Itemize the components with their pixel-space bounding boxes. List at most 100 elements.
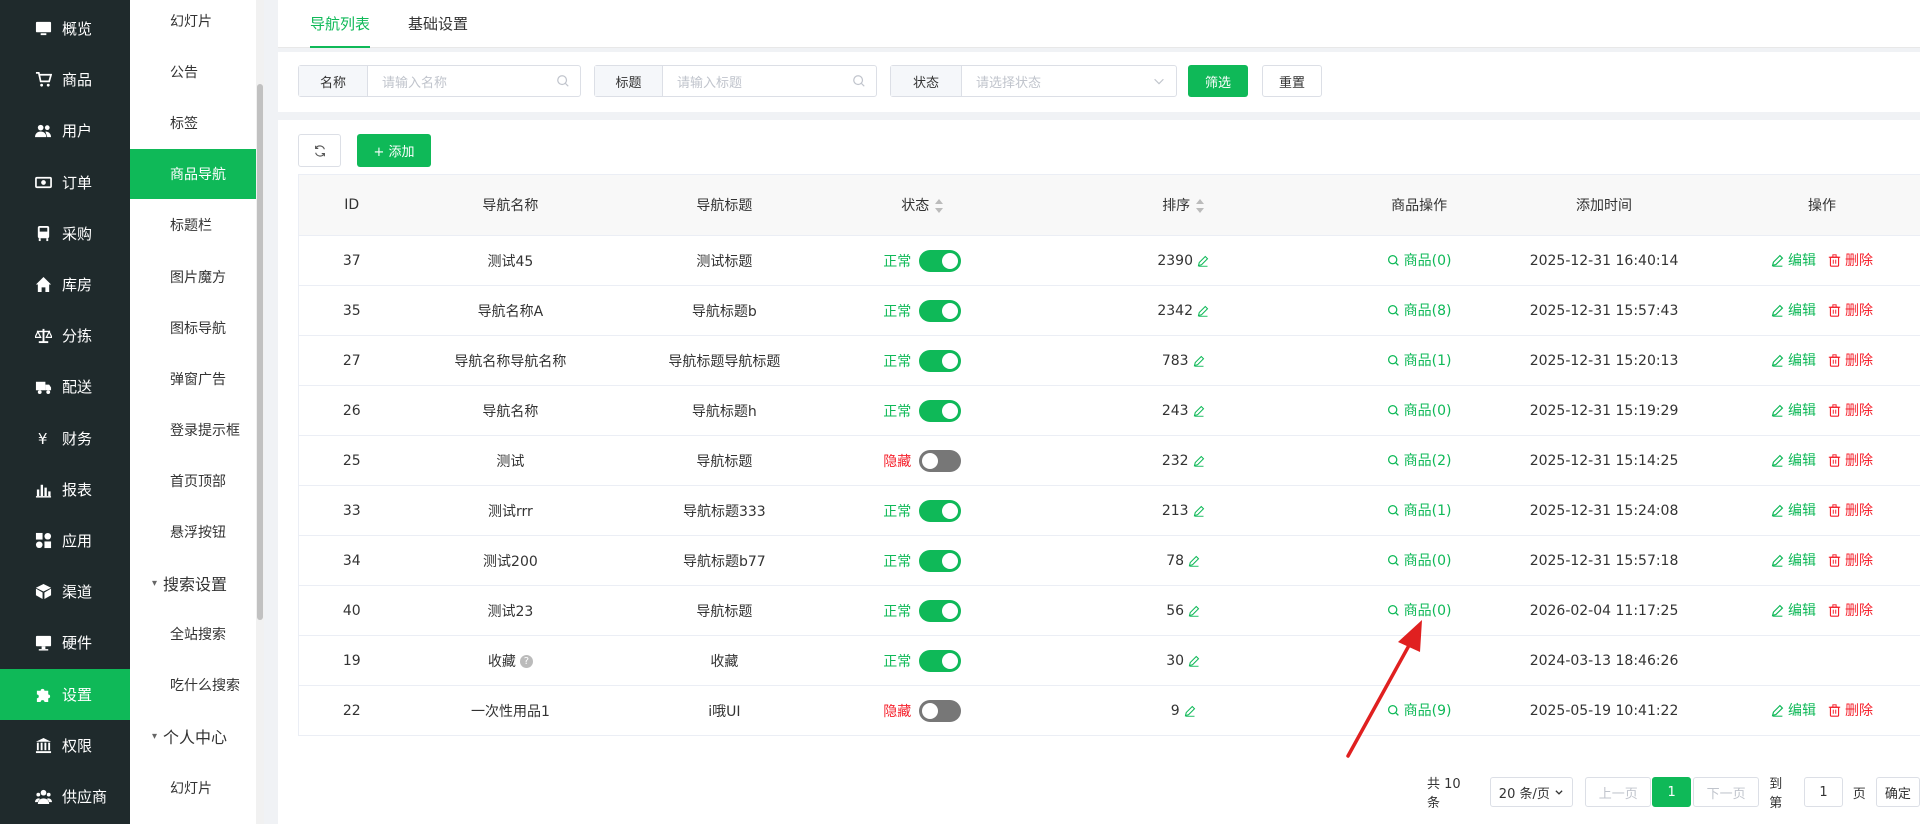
subnav-item[interactable]: 幻灯片 — [130, 0, 257, 46]
delete-button[interactable]: 删除 — [1828, 700, 1873, 720]
sidebar-item-13[interactable]: 设置 — [0, 668, 130, 720]
status-select[interactable]: 请选择状态 — [962, 66, 1176, 96]
edit-button[interactable]: 编辑 — [1771, 500, 1816, 520]
sidebar-item-8[interactable]: ¥ 财务 — [0, 413, 130, 464]
delete-button[interactable]: 删除 — [1828, 500, 1873, 520]
status-toggle[interactable] — [919, 499, 962, 522]
pen-icon[interactable] — [1188, 555, 1200, 567]
edit-button[interactable]: 编辑 — [1771, 700, 1816, 720]
tab-nav-list[interactable]: 导航列表 — [310, 0, 371, 48]
status-toggle[interactable] — [919, 299, 962, 322]
edit-button[interactable]: 编辑 — [1771, 550, 1816, 570]
pen-icon[interactable] — [1184, 705, 1196, 717]
pen-icon[interactable] — [1197, 255, 1209, 267]
refresh-button[interactable] — [298, 134, 341, 167]
delete-button[interactable]: 删除 — [1828, 550, 1873, 570]
pen-icon[interactable] — [1197, 305, 1209, 317]
pen-icon[interactable] — [1193, 355, 1205, 367]
subnav-group[interactable]: ▾ 搜索设置 — [130, 558, 257, 608]
status-toggle[interactable] — [919, 549, 962, 572]
status-toggle[interactable] — [919, 599, 962, 622]
status-toggle[interactable] — [919, 449, 962, 472]
status-toggle[interactable] — [919, 349, 962, 372]
sidebar-item-14[interactable]: 权限 — [0, 720, 130, 771]
add-button[interactable]: + 添加 — [357, 134, 431, 167]
goods-link[interactable]: 商品(1) — [1387, 350, 1452, 370]
edit-button[interactable]: 编辑 — [1771, 450, 1816, 470]
next-page-button[interactable]: 下一页 — [1692, 777, 1760, 807]
sidebar-item-12[interactable]: 硬件 — [0, 617, 130, 668]
subnav-group[interactable]: ▾ 个人中心 — [130, 711, 257, 761]
delete-button[interactable]: 删除 — [1828, 250, 1873, 270]
edit-button[interactable]: 编辑 — [1771, 600, 1816, 620]
goto-page-input[interactable]: 1 — [1804, 777, 1843, 807]
sidebar-item-5[interactable]: 库房 — [0, 259, 130, 310]
delete-button[interactable]: 删除 — [1828, 300, 1873, 320]
filter-button[interactable]: 筛选 — [1188, 65, 1248, 97]
goods-link[interactable]: 商品(0) — [1387, 250, 1452, 270]
status-toggle[interactable] — [919, 249, 962, 272]
pen-icon[interactable] — [1193, 455, 1205, 467]
goods-link[interactable]: 商品(0) — [1387, 550, 1452, 570]
col-sort[interactable]: 排序 — [1012, 174, 1355, 236]
sidebar-item-9[interactable]: 报表 — [0, 464, 130, 515]
page-size-select[interactable]: 20 条/页 — [1489, 777, 1574, 807]
subnav-item[interactable]: 弹窗广告 — [130, 354, 257, 404]
title-input[interactable]: 请输入标题 — [663, 66, 876, 96]
status-toggle[interactable] — [919, 649, 962, 672]
goods-link[interactable]: 商品(1) — [1387, 500, 1452, 520]
edit-button[interactable]: 编辑 — [1771, 300, 1816, 320]
subnav-item[interactable]: 首页顶部 — [130, 456, 257, 506]
sidebar-item-10[interactable]: 应用 — [0, 515, 130, 566]
prev-page-button[interactable]: 上一页 — [1585, 777, 1652, 807]
sidebar-scrollbar[interactable] — [256, 0, 264, 824]
edit-button[interactable]: 编辑 — [1771, 350, 1816, 370]
name-input[interactable]: 请输入名称 — [368, 66, 580, 96]
reset-button[interactable]: 重置 — [1262, 65, 1322, 97]
edit-button[interactable]: 编辑 — [1771, 400, 1816, 420]
sidebar-item-1[interactable]: 商品 — [0, 54, 130, 105]
sidebar-item-11[interactable]: 渠道 — [0, 566, 130, 617]
delete-button[interactable]: 删除 — [1828, 400, 1873, 420]
scrollbar-thumb[interactable] — [257, 84, 263, 620]
pen-icon[interactable] — [1188, 655, 1200, 667]
edit-label: 编辑 — [1788, 703, 1816, 720]
pen-icon[interactable] — [1193, 405, 1205, 417]
subnav-item[interactable]: 标签 — [130, 98, 257, 148]
pen-icon[interactable] — [1188, 605, 1200, 617]
subnav-item[interactable]: 商品导航 — [130, 149, 257, 200]
goto-confirm-button[interactable]: 确定 — [1875, 777, 1920, 807]
sidebar-item-2[interactable]: 用户 — [0, 105, 130, 156]
delete-button[interactable]: 删除 — [1828, 600, 1873, 620]
sidebar-item-7[interactable]: 配送 — [0, 361, 130, 412]
sidebar-item-15[interactable]: 供应商 — [0, 771, 130, 822]
sidebar-item-6[interactable]: 分拣 — [0, 310, 130, 361]
subnav-item[interactable]: 悬浮按钮 — [130, 507, 257, 557]
subnav-item[interactable]: 全站搜索 — [130, 609, 257, 659]
pen-icon[interactable] — [1193, 505, 1205, 517]
page-1-button[interactable]: 1 — [1652, 777, 1691, 807]
tab-basic-settings[interactable]: 基础设置 — [408, 0, 468, 48]
sidebar-item-4[interactable]: 采购 — [0, 208, 130, 259]
goods-link[interactable]: 商品(0) — [1387, 400, 1452, 420]
delete-button[interactable]: 删除 — [1828, 450, 1873, 470]
status-toggle[interactable] — [919, 699, 962, 722]
goods-link[interactable]: 商品(8) — [1387, 300, 1452, 320]
sort-icon[interactable] — [935, 199, 944, 213]
subnav-item[interactable]: 登录提示框 — [130, 405, 257, 455]
edit-button[interactable]: 编辑 — [1771, 250, 1816, 270]
subnav-item[interactable]: 吃什么搜索 — [130, 660, 257, 710]
subnav-item[interactable]: 公告 — [130, 47, 257, 97]
subnav-item[interactable]: 图片魔方 — [130, 252, 257, 302]
subnav-item[interactable]: 图标导航 — [130, 303, 257, 353]
sidebar-item-3[interactable]: 订单 — [0, 157, 130, 208]
goods-link[interactable]: 商品(2) — [1387, 450, 1452, 470]
delete-button[interactable]: 删除 — [1828, 350, 1873, 370]
help-icon[interactable]: ? — [519, 655, 533, 668]
subnav-item[interactable]: 幻灯片 — [130, 763, 257, 813]
sort-icon[interactable] — [1196, 199, 1205, 213]
subnav-item[interactable]: 标题栏 — [130, 200, 257, 250]
sidebar-item-0[interactable]: 概览 — [0, 3, 130, 54]
col-status[interactable]: 状态 — [832, 174, 1013, 236]
status-toggle[interactable] — [919, 399, 962, 422]
